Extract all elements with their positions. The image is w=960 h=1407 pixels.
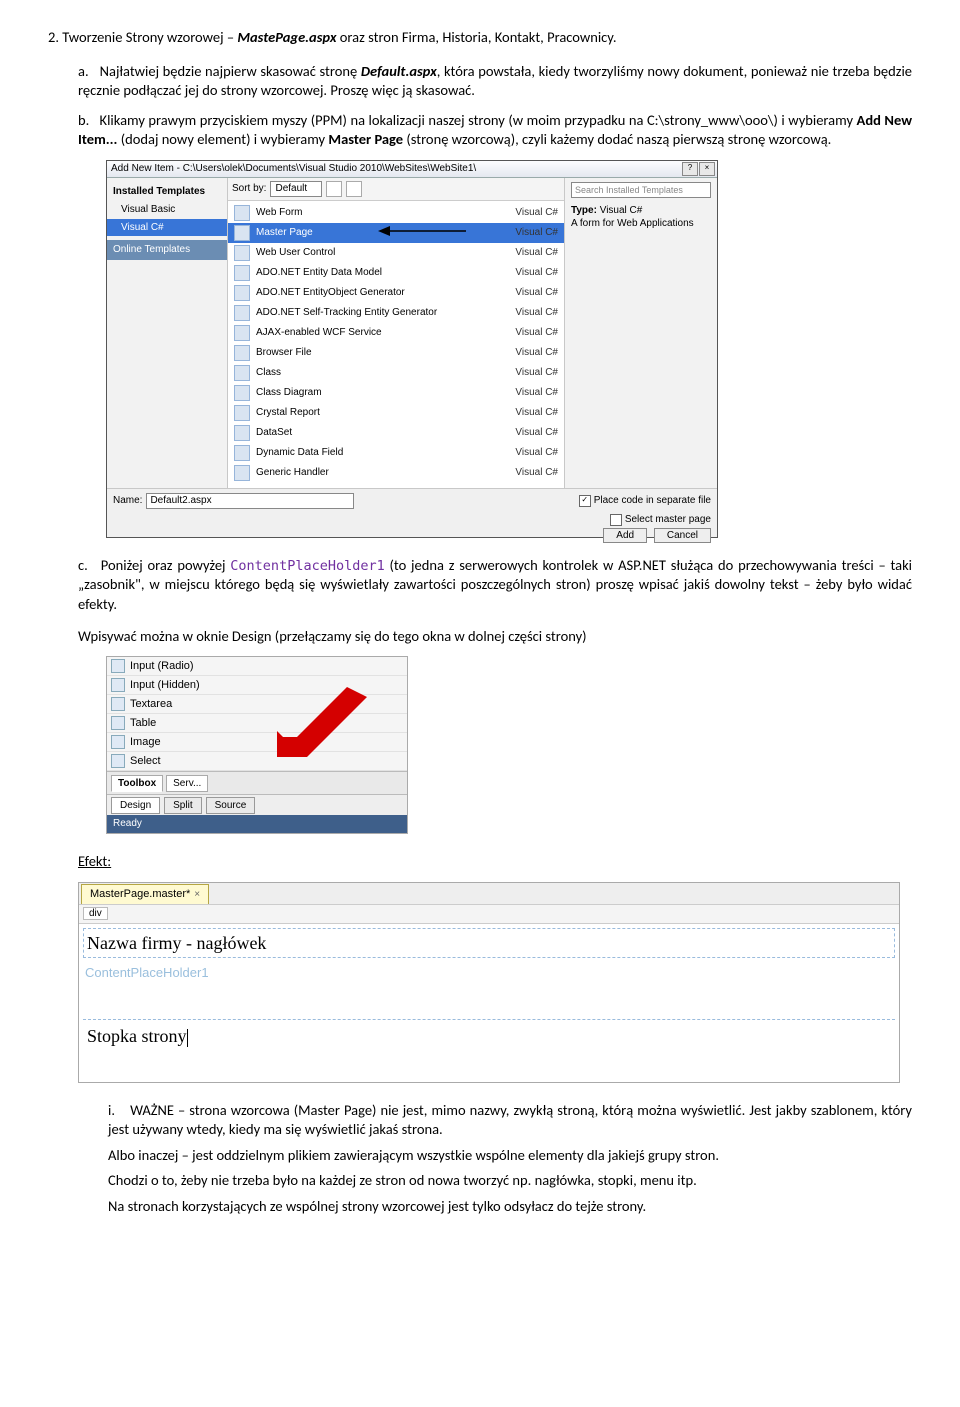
view-source[interactable]: Source bbox=[206, 797, 256, 814]
tpl-web-form[interactable]: Web FormVisual C# bbox=[228, 203, 564, 223]
toolbox-item-radio[interactable]: Input (Radio) bbox=[107, 657, 407, 676]
view-design[interactable]: Design bbox=[111, 797, 160, 814]
file-icon bbox=[234, 425, 250, 441]
cancel-button[interactable]: Cancel bbox=[654, 528, 711, 543]
tpl-generic-handler[interactable]: Generic HandlerVisual C# bbox=[228, 463, 564, 483]
file-icon bbox=[234, 345, 250, 361]
toolbox-panel: Input (Radio) Input (Hidden) Textarea Ta… bbox=[106, 656, 408, 834]
dialog-left-panel: Installed Templates Visual Basic Visual … bbox=[107, 178, 228, 488]
file-icon bbox=[234, 365, 250, 381]
pointer-arrow-icon bbox=[378, 224, 468, 238]
file-icon bbox=[234, 445, 250, 461]
tpl-dataset[interactable]: DataSetVisual C# bbox=[228, 423, 564, 443]
filename-input[interactable] bbox=[146, 493, 354, 509]
lang-visual-basic[interactable]: Visual Basic bbox=[107, 201, 227, 219]
dialog-template-list: Sort by: Default Web FormVisual C# Maste… bbox=[228, 178, 564, 488]
sort-dropdown[interactable]: Default bbox=[270, 181, 322, 197]
file-icon bbox=[234, 205, 250, 221]
search-input[interactable]: Search Installed Templates bbox=[571, 182, 711, 198]
close-tab-icon[interactable]: × bbox=[194, 886, 200, 903]
efekt-label: Efekt: bbox=[78, 852, 912, 872]
radio-icon bbox=[111, 659, 125, 673]
design-canvas[interactable]: Nazwa firmy - nagłówek ContentPlaceHolde… bbox=[79, 924, 899, 1082]
dialog-titlebar: Add New Item - C:\Users\olek\Documents\V… bbox=[107, 161, 717, 178]
tpl-ajax-wcf[interactable]: AJAX-enabled WCF ServiceVisual C# bbox=[228, 323, 564, 343]
tpl-user-control[interactable]: Web User ControlVisual C# bbox=[228, 243, 564, 263]
file-icon bbox=[234, 385, 250, 401]
view-small-icon[interactable] bbox=[346, 181, 362, 197]
tpl-ado-eog[interactable]: ADO.NET EntityObject GeneratorVisual C# bbox=[228, 283, 564, 303]
tpl-ado-steg[interactable]: ADO.NET Self-Tracking Entity GeneratorVi… bbox=[228, 303, 564, 323]
image-icon bbox=[111, 735, 125, 749]
hidden-icon bbox=[111, 678, 125, 692]
file-icon bbox=[234, 225, 250, 241]
table-icon bbox=[111, 716, 125, 730]
file-icon bbox=[234, 405, 250, 421]
item-i: i. WAŻNE – strona wzorcowa (Master Page)… bbox=[108, 1101, 912, 1217]
tpl-dynamic-data[interactable]: Dynamic Data FieldVisual C# bbox=[228, 443, 564, 463]
select-icon bbox=[111, 754, 125, 768]
item-b: b. Klikamy prawym przyciskiem myszy (PPM… bbox=[78, 111, 912, 150]
dialog-right-panel: Search Installed Templates Type: Visual … bbox=[564, 178, 717, 488]
tab-server[interactable]: Serv... bbox=[166, 775, 208, 792]
status-bar: Ready bbox=[107, 815, 407, 833]
tpl-ado-edm[interactable]: ADO.NET Entity Data ModelVisual C# bbox=[228, 263, 564, 283]
section-number: 2. bbox=[48, 28, 59, 46]
footer-divider bbox=[83, 1019, 895, 1020]
checkbox-separate-file[interactable]: ✓ bbox=[579, 495, 591, 507]
lang-visual-csharp[interactable]: Visual C# bbox=[107, 219, 227, 237]
footer-text: Stopka strony bbox=[87, 1024, 188, 1048]
textarea-icon bbox=[111, 697, 125, 711]
file-icon bbox=[234, 325, 250, 341]
close-icon[interactable]: × bbox=[699, 162, 715, 176]
mastepage-name: MastePage.aspx bbox=[237, 28, 336, 46]
red-arrow-icon bbox=[277, 687, 367, 757]
contentplaceholder-code: ContentPlaceHolder1 bbox=[230, 558, 384, 574]
section-heading: 2. Tworzenie Strony wzorowej – MastePage… bbox=[48, 28, 912, 48]
file-icon bbox=[234, 465, 250, 481]
contentplaceholder-label: ContentPlaceHolder1 bbox=[85, 964, 209, 982]
tab-toolbox[interactable]: Toolbox bbox=[111, 775, 163, 792]
checkbox-master-page[interactable] bbox=[610, 514, 622, 526]
add-button[interactable]: Add bbox=[603, 528, 647, 543]
masterpage-editor: MasterPage.master* × div Nazwa firmy - n… bbox=[78, 882, 900, 1083]
breadcrumb[interactable]: div bbox=[79, 904, 899, 924]
tpl-browser-file[interactable]: Browser FileVisual C# bbox=[228, 343, 564, 363]
add-new-item-dialog: Add New Item - C:\Users\olek\Documents\V… bbox=[106, 160, 718, 538]
file-icon bbox=[234, 285, 250, 301]
file-icon bbox=[234, 305, 250, 321]
header-text: Nazwa firmy - nagłówek bbox=[87, 931, 266, 955]
item-a: a. Najłatwiej będzie najpierw skasować s… bbox=[78, 62, 912, 101]
view-split[interactable]: Split bbox=[164, 797, 201, 814]
default-aspx: Default.aspx bbox=[361, 62, 437, 80]
file-icon bbox=[234, 245, 250, 261]
tpl-class[interactable]: ClassVisual C# bbox=[228, 363, 564, 383]
dialog-footer: Name: ✓Place code in separate file Selec… bbox=[107, 488, 717, 537]
tpl-crystal[interactable]: Crystal ReportVisual C# bbox=[228, 403, 564, 423]
item-c: c. Poniżej oraz powyżej ContentPlaceHold… bbox=[78, 556, 912, 646]
help-icon[interactable]: ? bbox=[682, 162, 698, 176]
editor-tab[interactable]: MasterPage.master* × bbox=[81, 884, 209, 904]
tpl-class-diagram[interactable]: Class DiagramVisual C# bbox=[228, 383, 564, 403]
file-icon bbox=[234, 265, 250, 281]
view-large-icon[interactable] bbox=[326, 181, 342, 197]
